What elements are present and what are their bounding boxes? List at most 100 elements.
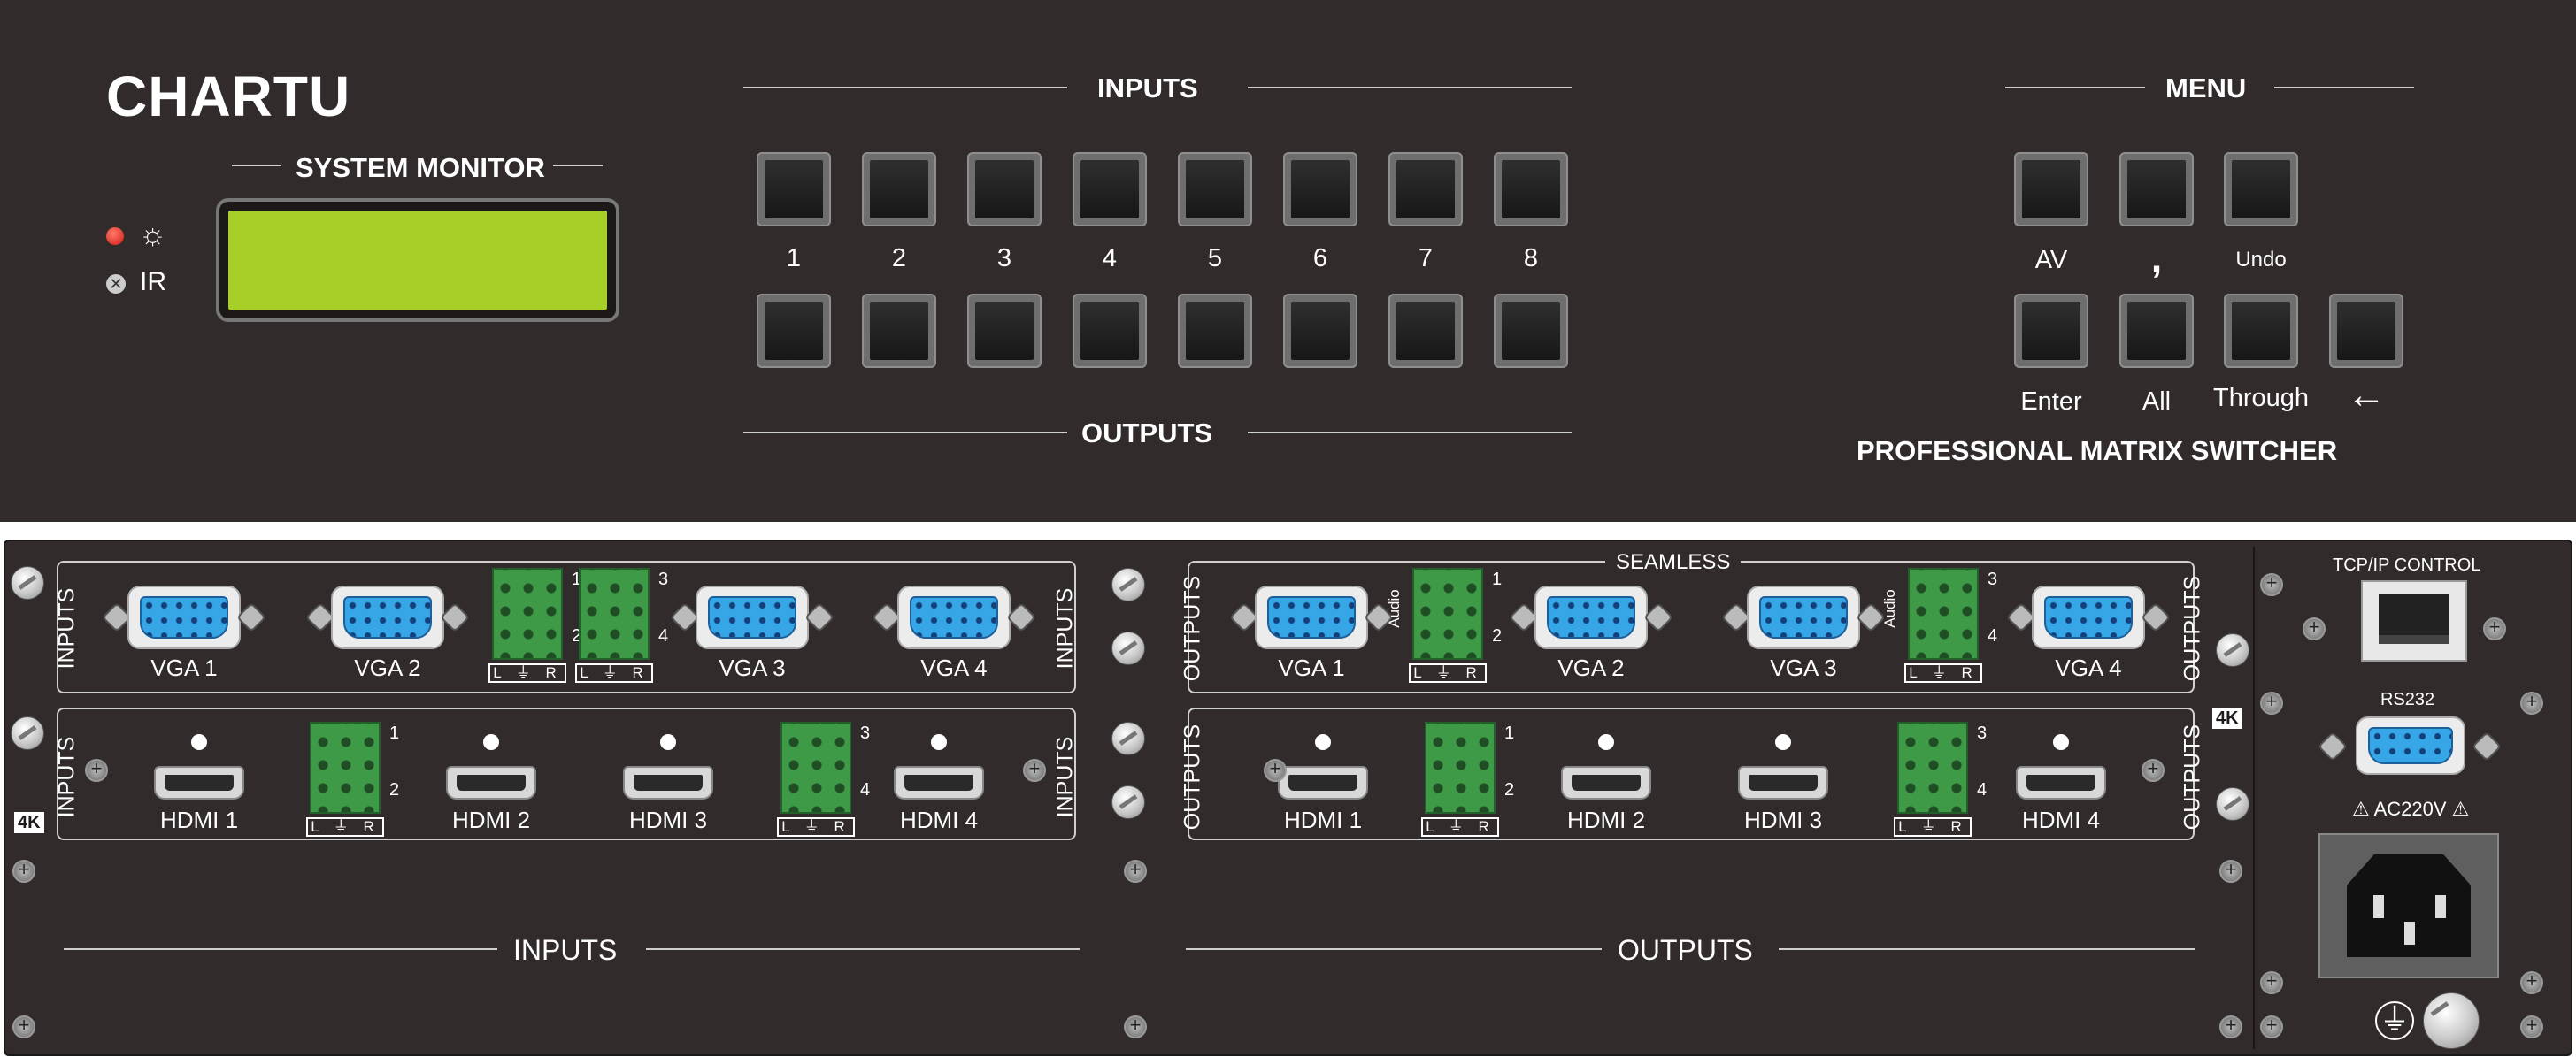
hdmi-in-port-4[interactable] [894,766,984,800]
hdmi-in-port-3[interactable] [623,766,713,800]
channel-number-2: 2 [891,244,907,272]
ac-power-inlet[interactable] [2318,833,2499,978]
panel-screw-icon [1111,568,1145,601]
hdmi-audio-out-terminal-12[interactable] [1425,722,1496,814]
panel-screw-icon [2216,633,2249,667]
audio-in-terminal-12[interactable] [492,568,563,660]
power-led [106,227,124,245]
hdmi-in-port-2[interactable] [446,766,536,800]
hdmi-audio-out-terminal-12-num-top: 1 [1504,724,1515,743]
menu-enter-label: Enter [2020,387,2082,416]
indicator-led [931,734,947,750]
input-button-2[interactable] [862,152,936,226]
divider [743,432,1067,433]
input-button-1[interactable] [757,152,831,226]
lcd-display [216,198,619,322]
audio-out-terminal-12-num-top: 1 [1492,570,1503,589]
hdmi-audio-in-terminal-12[interactable] [310,722,381,814]
hdmi-audio-in-terminal-34[interactable] [780,722,851,814]
input-button-8[interactable] [1494,152,1568,226]
vga-outputs-side-label-left: OUTPUTS [1180,575,1205,682]
small-screw-icon [12,858,35,883]
indicator-led [191,734,207,750]
output-button-5[interactable] [1178,294,1252,368]
vga-out-port-4[interactable] [2032,586,2145,649]
output-button-4[interactable] [1073,294,1147,368]
output-button-3[interactable] [967,294,1042,368]
hdmi-audio-out-terminal-34[interactable] [1897,722,1968,814]
hdmi-in-label-3: HDMI 3 [628,807,708,833]
vga-out-port-3[interactable] [1747,586,1860,649]
menu-through-label: Through [2212,384,2309,412]
audio-out-terminal-34[interactable] [1908,568,1979,660]
small-screw-icon [12,1014,35,1038]
audio-out-terminal-12[interactable] [1412,568,1483,660]
panel-screw-icon [1111,632,1145,665]
menu-title: MENU [2165,73,2247,103]
tcp-ip-label: TCP/IP CONTROL [2333,555,2481,575]
output-button-8[interactable] [1494,294,1568,368]
vga-in-label-3: VGA 3 [719,655,786,681]
vga-in-port-2[interactable] [331,586,444,649]
menu-av-label: AV [2034,246,2068,274]
output-button-1[interactable] [757,294,831,368]
small-screw-icon [2520,1014,2543,1038]
menu-enter-button[interactable] [2014,294,2088,368]
audio-out-terminal-12-lr-label: L ⏚ R [1409,663,1487,683]
input-button-4[interactable] [1073,152,1147,226]
hdmi-inputs-side-label-right: INPUTS [1052,736,1078,818]
hdmi-out-port-1[interactable] [1278,766,1368,800]
output-button-6[interactable] [1283,294,1357,368]
hdmi-out-port-3[interactable] [1738,766,1828,800]
output-button-2[interactable] [862,294,936,368]
indicator-led [1315,734,1331,750]
divider [1248,87,1572,88]
output-button-7[interactable] [1388,294,1463,368]
input-button-3[interactable] [967,152,1042,226]
menu-backspace-button[interactable] [2329,294,2403,368]
small-screw-icon [2520,969,2543,994]
brand-logo: CHARTU [106,65,351,128]
vga-inputs-side-label-right: INPUTS [1052,587,1078,670]
vga-in-label-1: VGA 1 [150,655,218,681]
menu-comma-button[interactable] [2119,152,2194,226]
vga-in-port-3[interactable] [696,586,809,649]
vga-in-label-4: VGA 4 [920,655,988,681]
channel-number-8: 8 [1523,244,1539,272]
hdmi-out-label-2: HDMI 2 [1566,807,1646,833]
vga-out-port-1[interactable] [1255,586,1368,649]
panel-screw-icon [11,716,44,750]
small-screw-icon [2219,1014,2242,1038]
menu-undo-button[interactable] [2224,152,2298,226]
sun-icon: ☼ [139,218,167,251]
channel-number-1: 1 [786,244,802,272]
hdmi-in-label-4: HDMI 4 [899,807,979,833]
hdmi-out-port-2[interactable] [1561,766,1651,800]
menu-av-button[interactable] [2014,152,2088,226]
audio-in-terminal-34[interactable] [579,568,650,660]
hdmi-audio-in-terminal-34-num-bottom: 4 [860,780,871,800]
product-subtitle: PROFESSIONAL MATRIX SWITCHER [1857,435,2338,466]
ground-screw-icon[interactable] [2423,992,2480,1049]
menu-all-button[interactable] [2119,294,2194,368]
menu-through-button[interactable] [2224,294,2298,368]
hdmi-audio-in-terminal-34-lr-label: L ⏚ R [777,817,855,837]
input-button-5[interactable] [1178,152,1252,226]
small-screw-icon [2303,616,2326,640]
hdmi-out-port-4[interactable] [2016,766,2106,800]
input-button-7[interactable] [1388,152,1463,226]
ac-voltage-label: ⚠ AC220V ⚠ [2352,798,2470,820]
input-button-6[interactable] [1283,152,1357,226]
hdmi-in-port-1[interactable] [154,766,244,800]
vga-in-port-4[interactable] [897,586,1011,649]
panel-screw-icon [1111,785,1145,819]
vga-out-port-2[interactable] [1534,586,1648,649]
rj45-port[interactable] [2361,580,2467,662]
channel-number-7: 7 [1418,244,1434,272]
outputs-title: OUTPUTS [1081,417,1213,448]
vga-in-port-1[interactable] [127,586,241,649]
rs232-port[interactable] [2356,716,2465,775]
ir-sensor-icon: ✕ [106,274,126,294]
hdmi-inputs-side-label-left: INPUTS [54,736,80,818]
hdmi-audio-in-terminal-12-lr-label: L ⏚ R [306,817,384,837]
